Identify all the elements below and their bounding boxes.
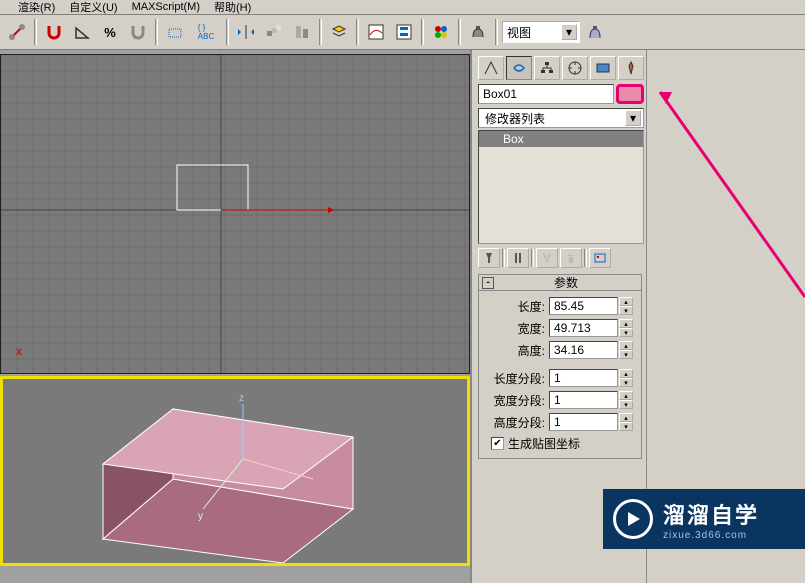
watermark: 溜溜自学 zixue.3d66.com (603, 489, 805, 549)
spin-up-icon[interactable]: ▴ (619, 341, 633, 350)
parameters-rollout: - 参数 长度: 85.45 ▴▾ 宽度: 49.713 ▴▾ (478, 274, 642, 459)
spin-down-icon[interactable]: ▾ (619, 328, 633, 337)
menu-bar: 渲染(R) 自定义(U) MAXScript(M) 帮助(H) (0, 0, 805, 14)
layers-icon[interactable] (326, 19, 352, 45)
spin-up-icon[interactable]: ▴ (619, 319, 633, 328)
watermark-url: zixue.3d66.com (663, 530, 759, 541)
rollout-header[interactable]: - 参数 (479, 275, 641, 291)
percent-snap-icon[interactable]: % (97, 19, 123, 45)
wseg-label: 宽度分段: (487, 392, 549, 409)
modify-tab-icon[interactable] (506, 56, 532, 80)
wseg-input[interactable]: 1 (549, 391, 618, 409)
modifier-list-dropdown[interactable]: 修改器列表 ▾ (478, 108, 644, 128)
viewport-perspective[interactable]: z y (0, 376, 470, 566)
spin-down-icon[interactable]: ▾ (619, 378, 633, 387)
angle-snap-icon[interactable] (69, 19, 95, 45)
render-scene-icon[interactable] (465, 19, 491, 45)
height-input[interactable]: 34.16 (549, 341, 618, 359)
unlink-icon[interactable] (4, 19, 30, 45)
curve-editor-icon[interactable] (363, 19, 389, 45)
width-input[interactable]: 49.713 (549, 319, 618, 337)
width-label: 宽度: (487, 320, 549, 337)
spin-down-icon[interactable]: ▾ (619, 350, 633, 359)
svg-text:x: x (16, 344, 22, 358)
named-selection-icon[interactable] (162, 19, 188, 45)
lseg-input[interactable]: 1 (549, 369, 618, 387)
watermark-title: 溜溜自学 (663, 498, 759, 530)
hseg-label: 高度分段: (487, 414, 549, 431)
gen-uv-checkbox[interactable]: ✔ (491, 437, 504, 450)
stack-toolbar: ∀ (476, 246, 646, 270)
utilities-tab-icon[interactable] (618, 56, 644, 80)
hseg-input[interactable]: 1 (549, 413, 618, 431)
named-selection-text-icon[interactable]: { }ABC (190, 19, 222, 45)
remove-modifier-icon[interactable] (560, 248, 582, 268)
object-name-input[interactable]: Box01 (478, 84, 614, 104)
align-icon[interactable] (289, 19, 315, 45)
height-label: 高度: (487, 342, 549, 359)
menu-item[interactable]: MAXScript(M) (132, 1, 200, 13)
motion-tab-icon[interactable] (562, 56, 588, 80)
main-toolbar: % { }ABC 视图 ▾ (0, 14, 805, 50)
rollout-title: 参数 (494, 274, 638, 291)
menu-item[interactable]: 渲染(R) (18, 0, 55, 15)
pin-stack-icon[interactable] (478, 248, 500, 268)
hierarchy-tab-icon[interactable] (534, 56, 560, 80)
material-editor-icon[interactable] (428, 19, 454, 45)
svg-text:y: y (198, 511, 203, 522)
svg-text:z: z (239, 393, 244, 404)
modifier-list-label: 修改器列表 (485, 110, 545, 127)
object-name-value: Box01 (483, 87, 517, 101)
menu-item[interactable]: 帮助(H) (214, 0, 251, 15)
quick-render-icon[interactable] (582, 19, 608, 45)
length-label: 长度: (487, 298, 549, 315)
create-tab-icon[interactable] (478, 56, 504, 80)
lseg-label: 长度分段: (487, 370, 549, 387)
mirror-icon[interactable] (233, 19, 259, 45)
modifier-stack[interactable]: Box (478, 130, 644, 244)
play-icon (613, 499, 653, 539)
viewport-top[interactable]: x (0, 54, 470, 374)
spin-up-icon[interactable]: ▴ (619, 369, 633, 378)
render-type-dropdown[interactable]: 视图 ▾ (502, 21, 580, 43)
dropdown-value: 视图 (507, 24, 531, 41)
viewport-area: x z y (0, 50, 470, 583)
command-panel-tabs (476, 54, 646, 82)
spin-down-icon[interactable]: ▾ (619, 306, 633, 315)
gen-uv-label: 生成贴图坐标 (508, 435, 580, 452)
length-input[interactable]: 85.45 (549, 297, 618, 315)
object-color-swatch[interactable] (616, 84, 644, 104)
array-icon[interactable] (261, 19, 287, 45)
spin-down-icon[interactable]: ▾ (619, 400, 633, 409)
spin-up-icon[interactable]: ▴ (619, 413, 633, 422)
display-tab-icon[interactable] (590, 56, 616, 80)
schematic-view-icon[interactable] (391, 19, 417, 45)
spin-up-icon[interactable]: ▴ (619, 297, 633, 306)
configure-sets-icon[interactable] (589, 248, 611, 268)
spin-down-icon[interactable]: ▾ (619, 422, 633, 431)
collapse-icon[interactable]: - (482, 277, 494, 289)
spinner-snap-icon[interactable] (125, 19, 151, 45)
make-unique-icon[interactable]: ∀ (536, 248, 558, 268)
menu-item[interactable]: 自定义(U) (69, 0, 117, 15)
spin-up-icon[interactable]: ▴ (619, 391, 633, 400)
magnet-icon[interactable] (41, 19, 67, 45)
stack-item-box[interactable]: Box (479, 131, 643, 147)
show-end-result-icon[interactable] (507, 248, 529, 268)
